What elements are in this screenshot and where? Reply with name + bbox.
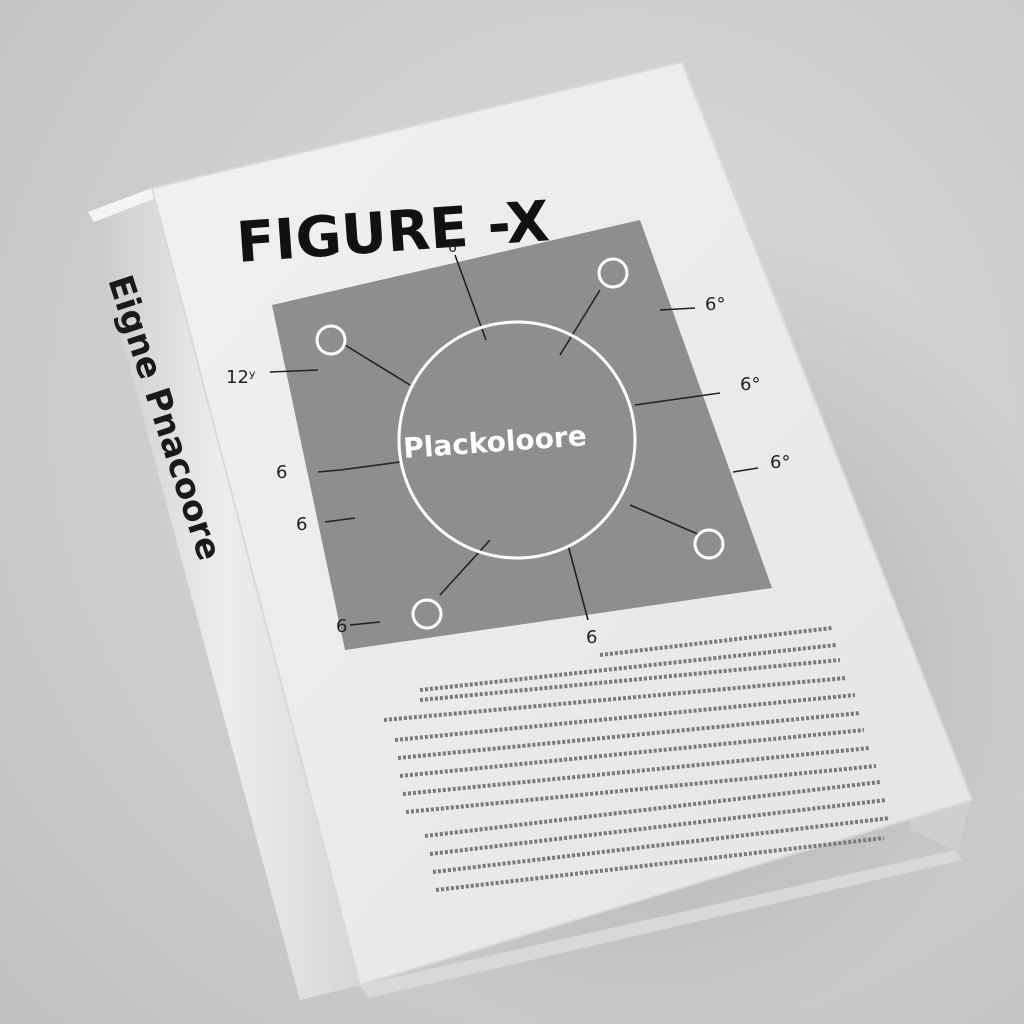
callout-label: 6 bbox=[448, 240, 457, 256]
callout-label: 6 bbox=[336, 616, 347, 637]
callout-label: 6 bbox=[276, 462, 287, 483]
book-illustration: FIGURE -X Eigne Pnacoore Plackoloore 12ʸ… bbox=[88, 60, 1024, 1024]
callout-label: 12ʸ bbox=[226, 367, 256, 388]
callout-label: 6 bbox=[296, 514, 307, 535]
callout-label: 6 bbox=[586, 627, 597, 648]
callout-label: 6° bbox=[770, 452, 790, 473]
callout-label: 6° bbox=[705, 294, 725, 315]
book-scene: FIGURE -X Eigne Pnacoore Plackoloore 12ʸ… bbox=[0, 0, 1024, 1024]
callout-label: 6° bbox=[740, 374, 760, 395]
